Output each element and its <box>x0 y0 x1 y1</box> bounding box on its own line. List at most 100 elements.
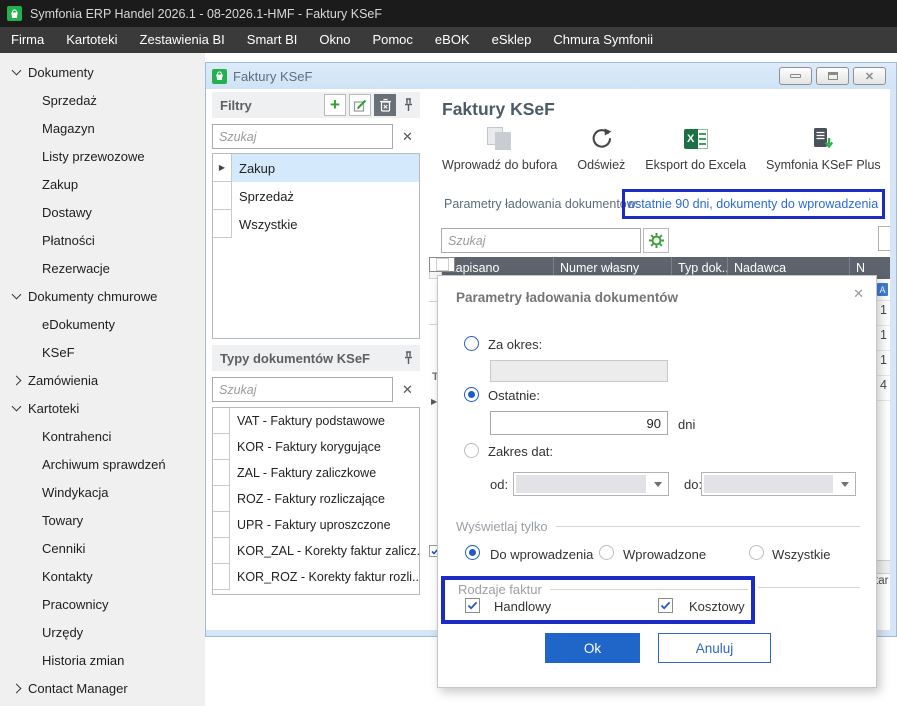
sidebar-item-dokumenty-chmurowe[interactable]: Dokumenty chmurowe <box>0 282 205 310</box>
eksport-do-excela-button[interactable]: X Eksport do Excela <box>645 125 746 172</box>
sidebar-item-windykacja[interactable]: Windykacja <box>0 478 205 506</box>
types-search-input[interactable] <box>212 377 393 402</box>
filters-list: ▶ Zakup Sprzedaż Wszystkie <box>212 153 420 339</box>
type-row-zal[interactable]: ZAL - Faktury zaliczkowe <box>213 460 419 486</box>
sidebar-item-magazyn[interactable]: Magazyn <box>0 114 205 142</box>
screen: Symfonia ERP Handel 2026.1 - 08-2026.1-H… <box>0 0 897 706</box>
sidebar-item-sprzedaz[interactable]: Sprzedaż <box>0 86 205 114</box>
sidebar-item-pracownicy[interactable]: Pracownicy <box>0 590 205 618</box>
sidebar-item-edokumenty[interactable]: eDokumenty <box>0 310 205 338</box>
dialog-close-button[interactable]: ✕ <box>853 286 864 302</box>
add-filter-button[interactable]: + <box>324 94 346 116</box>
ksef-plus-icon <box>812 127 834 151</box>
sidebar-item-platnosci[interactable]: Płatności <box>0 226 205 254</box>
chevron-down-icon <box>654 482 662 487</box>
type-row-upr[interactable]: UPR - Faktury uproszczone <box>213 512 419 538</box>
minimize-button[interactable] <box>779 67 812 85</box>
menu-item-chmura-symfonii[interactable]: Chmura Symfonii <box>542 27 664 53</box>
clear-filters-search-button[interactable]: ✕ <box>395 124 420 149</box>
sidebar-item-zakup[interactable]: Zakup <box>0 170 205 198</box>
filter-row-zakup[interactable]: ▶ Zakup <box>213 154 419 182</box>
display-group-title: Wyświetlaj tylko <box>456 519 548 534</box>
edit-filter-button[interactable] <box>349 94 371 116</box>
sidebar-item-contact-manager[interactable]: Contact Manager <box>0 674 205 702</box>
restore-button[interactable] <box>816 67 849 85</box>
sidebar-item-ksef[interactable]: KSeF <box>0 338 205 366</box>
sidebar-item-cenniki[interactable]: Cenniki <box>0 534 205 562</box>
sidebar-item-kontrahenci[interactable]: Kontrahenci <box>0 422 205 450</box>
types-search-row: ✕ <box>212 377 420 402</box>
sidebar-item-urzedy[interactable]: Urzędy <box>0 618 205 646</box>
menu-item-kartoteki[interactable]: Kartoteki <box>55 27 128 53</box>
type-row-kor[interactable]: KOR - Faktury korygujące <box>213 434 419 460</box>
odswiez-button[interactable]: Odśwież <box>577 125 625 172</box>
pin-types-button[interactable] <box>403 351 414 365</box>
check-icon <box>467 601 478 610</box>
sidebar-item-towary[interactable]: Towary <box>0 506 205 534</box>
type-row-kor-roz[interactable]: KOR_ROZ - Korekty faktur rozli... <box>213 564 419 590</box>
filter-badge: A <box>877 283 888 296</box>
menu-item-firma[interactable]: Firma <box>0 27 55 53</box>
sidebar-item-kartoteki[interactable]: Kartoteki <box>0 394 205 422</box>
menu-item-zestawienia-bi[interactable]: Zestawienia BI <box>129 27 236 53</box>
do-wprowadzenia-radio[interactable] <box>465 545 480 560</box>
pin-icon <box>403 98 414 112</box>
grid-settings-button[interactable] <box>643 228 669 253</box>
sidebar-item-rezerwacje[interactable]: Rezerwacje <box>0 254 205 282</box>
ostatnie-radio[interactable] <box>464 387 479 402</box>
clear-icon: ✕ <box>402 129 413 145</box>
kosztowy-checkbox[interactable] <box>658 598 673 613</box>
select-all-checkbox[interactable] <box>429 257 455 272</box>
menu-item-pomoc[interactable]: Pomoc <box>361 27 423 53</box>
filter-row-sprzedaz[interactable]: Sprzedaż <box>213 182 419 210</box>
ostatnie-days-input[interactable] <box>490 411 668 435</box>
menu-item-ebok[interactable]: eBOK <box>424 27 481 53</box>
wprowadz-do-bufora-button[interactable]: Wprowadź do bufora <box>442 125 557 172</box>
type-row-vat[interactable]: VAT - Faktury podstawowe <box>213 408 419 434</box>
window-title: Faktury KSeF <box>233 69 773 84</box>
params-link[interactable]: ostatnie 90 dni, dokumenty do wprowadzen… <box>625 197 878 211</box>
gear-icon <box>648 232 665 249</box>
menu-item-smart-bi[interactable]: Smart BI <box>236 27 309 53</box>
cell-fragment: 4 <box>880 378 887 392</box>
close-window-button[interactable]: ✕ <box>853 67 886 85</box>
do-date-dropdown[interactable] <box>701 472 856 496</box>
type-row-kor-zal[interactable]: KOR_ZAL - Korekty faktur zalicz... <box>213 538 419 564</box>
za-okres-radio[interactable] <box>464 336 479 351</box>
clear-types-search-button[interactable]: ✕ <box>395 377 420 402</box>
sidebar-item-dokumenty[interactable]: Dokumenty <box>0 58 205 86</box>
cancel-button[interactable]: Anuluj <box>658 633 771 663</box>
delete-filter-button[interactable] <box>374 94 396 116</box>
pin-icon <box>403 351 414 365</box>
sidebar-item-kontakty[interactable]: Kontakty <box>0 562 205 590</box>
page-title: Faktury KSeF <box>442 99 555 120</box>
cell-fragment: 1 <box>880 353 887 367</box>
handlowy-checkbox[interactable] <box>465 598 480 613</box>
za-okres-input[interactable] <box>490 360 668 382</box>
wprowadzone-radio[interactable] <box>599 545 614 560</box>
ok-button[interactable]: Ok <box>545 633 640 663</box>
wszystkie-radio[interactable] <box>749 545 764 560</box>
sidebar-item-dostawy[interactable]: Dostawy <box>0 198 205 226</box>
pin-filters-button[interactable] <box>403 98 414 112</box>
types-panel-title: Typy dokumentów KSeF <box>220 351 396 366</box>
od-label: od: <box>490 477 508 492</box>
sidebar-item-archiwum-sprawdzen[interactable]: Archiwum sprawdzeń <box>0 450 205 478</box>
type-row-roz[interactable]: ROZ - Faktury rozliczające <box>213 486 419 512</box>
filters-search-input[interactable] <box>212 124 393 149</box>
menu-item-esklep[interactable]: eSklep <box>481 27 543 53</box>
sidebar-item-listy-przewozowe[interactable]: Listy przewozowe <box>0 142 205 170</box>
filter-row-wszystkie[interactable]: Wszystkie <box>213 210 419 238</box>
cell-fragment: 1 <box>880 303 887 317</box>
od-date-dropdown[interactable] <box>513 472 669 496</box>
plus-icon: + <box>330 96 340 113</box>
params-dialog: Parametry ładowania dokumentów ✕ Za okre… <box>437 275 877 688</box>
sidebar-item-zamowienia[interactable]: Zamówienia <box>0 366 205 394</box>
symfonia-ksef-plus-button[interactable]: Symfonia KSeF Plus <box>766 125 881 172</box>
buffer-documents-icon <box>487 127 513 151</box>
grid-search-input[interactable] <box>441 228 641 253</box>
zakres-dat-radio[interactable] <box>464 443 479 458</box>
group-line <box>758 587 860 588</box>
menu-item-okno[interactable]: Okno <box>308 27 361 53</box>
sidebar-item-historia-zmian[interactable]: Historia zmian <box>0 646 205 674</box>
